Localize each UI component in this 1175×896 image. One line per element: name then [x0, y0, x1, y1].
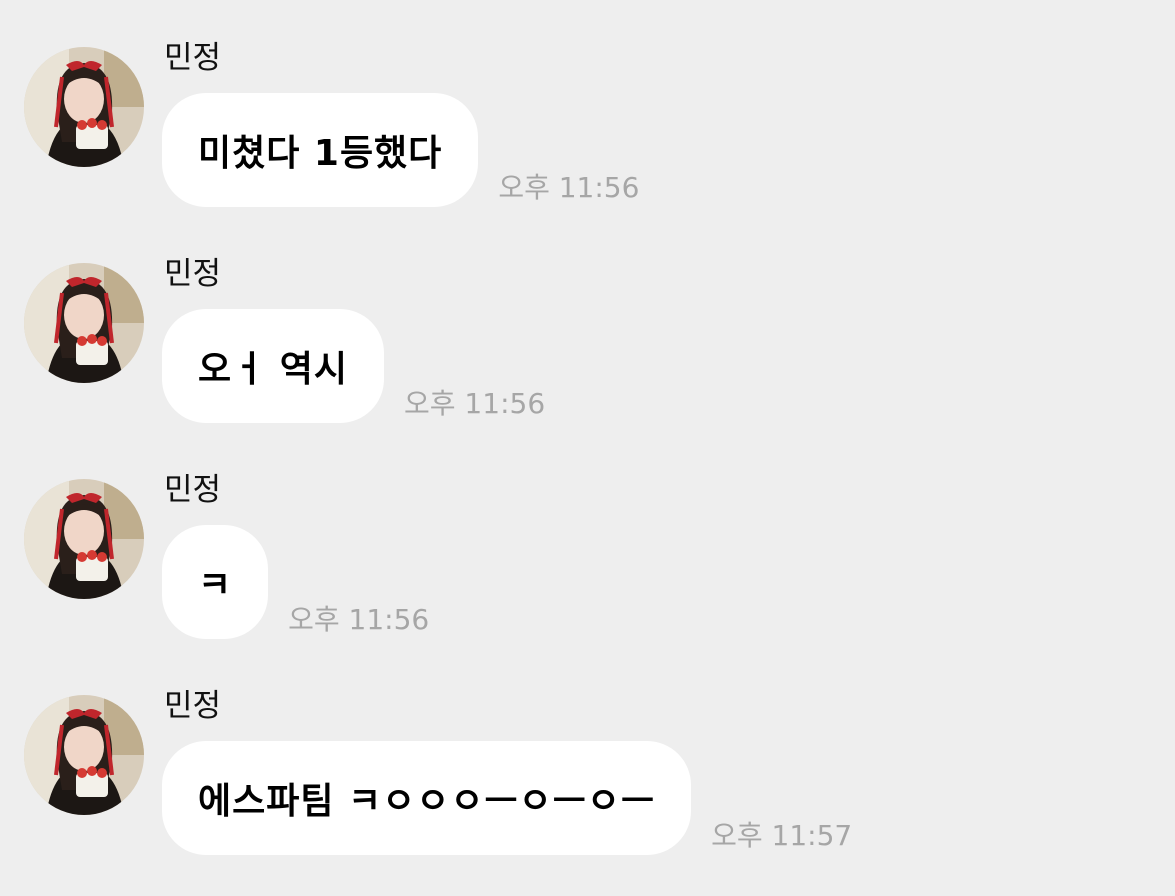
- message-row: 민정 에스파팀 ㅋㅇㅇㅇㅡㅇㅡㅇㅡ 오후 11:57: [0, 648, 1175, 855]
- message-bubble[interactable]: 에스파팀 ㅋㅇㅇㅇㅡㅇㅡㅇㅡ: [162, 741, 692, 855]
- sender-name: 민정: [164, 688, 222, 724]
- message-content: 미쳤다 1등했다 오후 11:56: [162, 93, 639, 207]
- sender-name: 민정: [164, 40, 222, 76]
- avatar-photo-icon: [24, 263, 144, 383]
- message-bubble[interactable]: 오ㅓ 역시: [162, 309, 385, 423]
- avatar-photo-icon: [24, 695, 144, 815]
- sender-name: 민정: [164, 256, 222, 292]
- message-timestamp: 오후 11:57: [711, 819, 853, 852]
- message-row: 민정 미쳤다 1등했다 오후 11:56: [0, 0, 1175, 207]
- message-content: 오ㅓ 역시 오후 11:56: [162, 309, 545, 423]
- sender-name: 민정: [164, 472, 222, 508]
- avatar[interactable]: [24, 263, 144, 383]
- chat-log[interactable]: 민정 미쳤다 1등했다 오후 11:56 민정 오ㅓ 역시 오후 11:56 민…: [0, 0, 1175, 896]
- message-row: 민정 ㅋ 오후 11:56: [0, 432, 1175, 639]
- message-timestamp: 오후 11:56: [288, 603, 430, 636]
- message-row: 민정 오ㅓ 역시 오후 11:56: [0, 216, 1175, 423]
- message-timestamp: 오후 11:56: [404, 387, 546, 420]
- message-bubble[interactable]: ㅋ: [162, 525, 269, 639]
- message-content: 에스파팀 ㅋㅇㅇㅇㅡㅇㅡㅇㅡ 오후 11:57: [162, 741, 852, 855]
- avatar[interactable]: [24, 47, 144, 167]
- message-timestamp: 오후 11:56: [498, 171, 640, 204]
- avatar[interactable]: [24, 479, 144, 599]
- avatar-photo-icon: [24, 479, 144, 599]
- avatar[interactable]: [24, 695, 144, 815]
- avatar-photo-icon: [24, 47, 144, 167]
- message-content: ㅋ 오후 11:56: [162, 525, 429, 639]
- message-bubble[interactable]: 미쳤다 1등했다: [162, 93, 479, 207]
